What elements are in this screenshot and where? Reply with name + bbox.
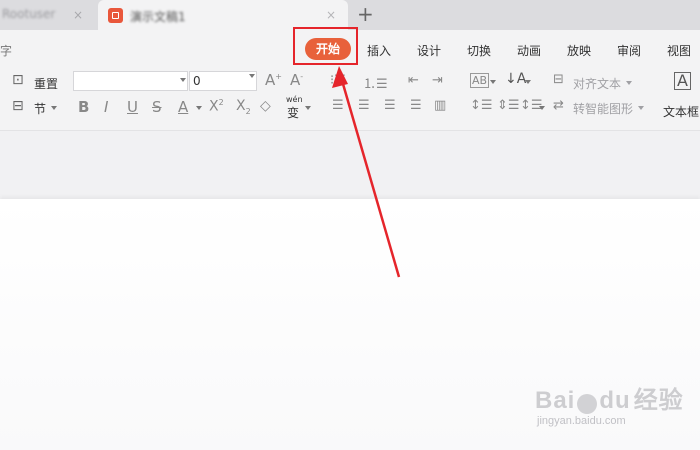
annotation-arrow [332, 66, 401, 278]
arrow-head [332, 66, 348, 88]
arrow-shaft [339, 76, 401, 278]
